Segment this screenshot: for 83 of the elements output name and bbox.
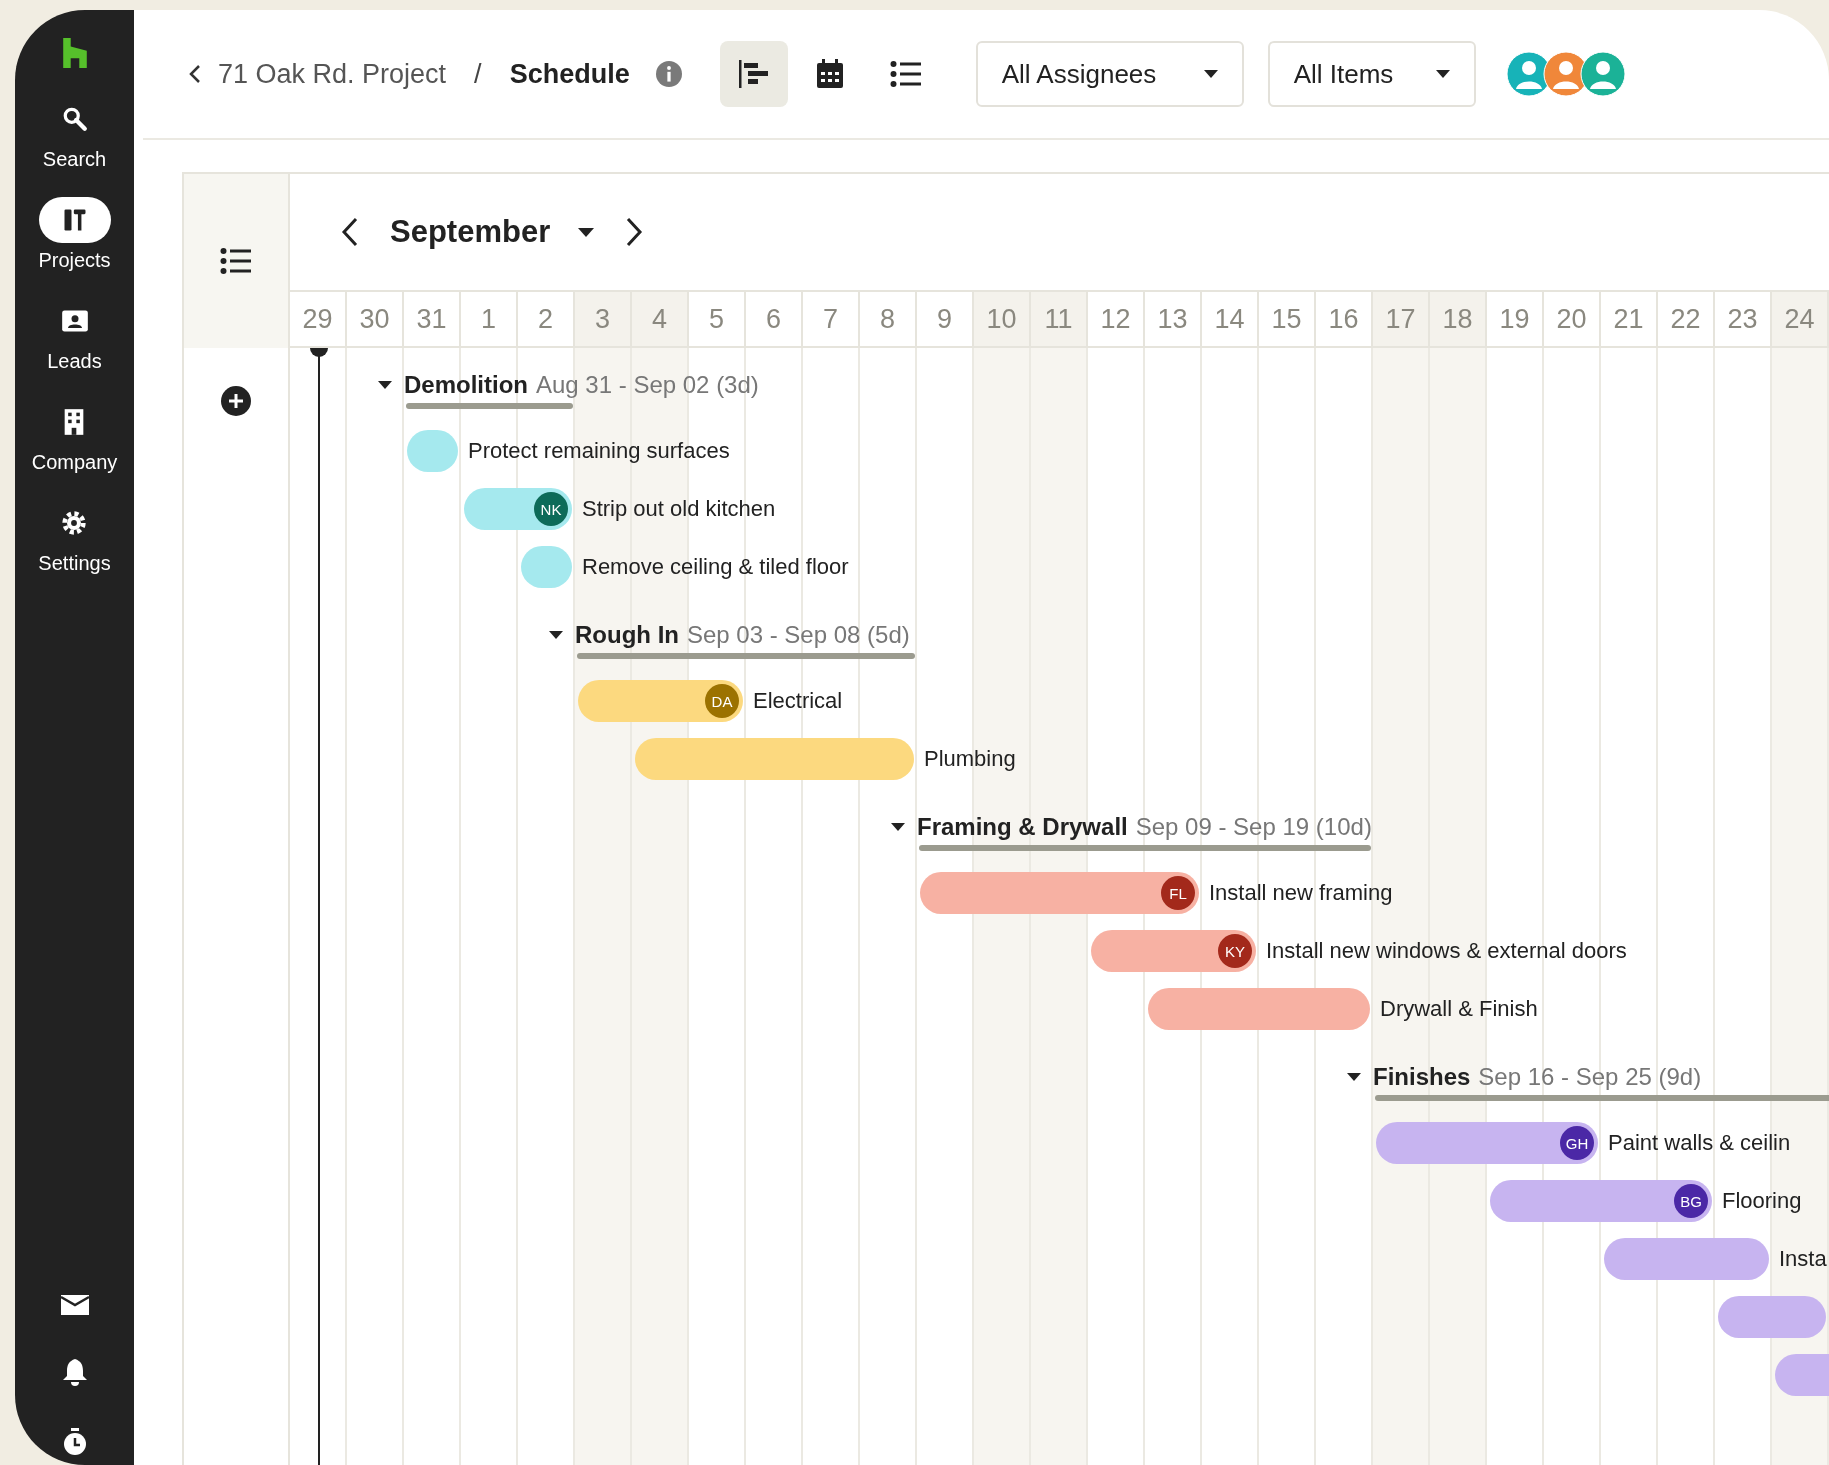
phase-dates: Sep 16 - Sep 25 (9d) — [1478, 1063, 1702, 1091]
sidebar-item[interactable]: Search — [38, 96, 111, 171]
phase-dates: Aug 31 - Sep 02 (3d) — [536, 371, 759, 399]
task-name: Plumbing — [924, 746, 1016, 772]
task-name: Remove ceiling & tiled floor — [582, 554, 849, 580]
day-header: 7 — [803, 292, 860, 346]
task-name: Flooring — [1722, 1188, 1802, 1214]
phase-name[interactable]: Demolition — [404, 371, 528, 399]
task-name: Install new framing — [1209, 880, 1393, 906]
day-header: 29 — [290, 292, 347, 346]
day-header: 18 — [1430, 292, 1487, 346]
day-header: 17 — [1373, 292, 1430, 346]
day-header: 11 — [1031, 292, 1088, 346]
contact-card-icon — [60, 308, 89, 334]
day-header: 31 — [404, 292, 461, 346]
task-name: Insta — [1779, 1246, 1827, 1272]
day-header: 30 — [347, 292, 404, 346]
chevron-left-icon — [188, 63, 202, 85]
caret-down-icon — [1435, 70, 1450, 78]
sidebar-item[interactable]: Settings — [38, 500, 111, 575]
task-bar[interactable]: BG — [1490, 1180, 1712, 1222]
gantt-icon — [736, 58, 771, 90]
list-icon[interactable] — [220, 247, 252, 275]
assignee-avatar: DA — [705, 684, 739, 718]
team-avatar-stack[interactable] — [1505, 51, 1626, 97]
task-bar[interactable]: FL — [920, 872, 1199, 914]
breadcrumb-separator: / — [474, 58, 482, 90]
day-header: 6 — [746, 292, 803, 346]
search-icon — [61, 106, 88, 132]
day-header: 20 — [1544, 292, 1601, 346]
chevron-right-icon[interactable] — [624, 216, 645, 248]
phase-dates: Sep 03 - Sep 08 (5d) — [686, 621, 910, 649]
task-bar[interactable]: GH — [1376, 1122, 1598, 1164]
day-header: 10 — [974, 292, 1031, 346]
task-bar[interactable]: KY — [1091, 930, 1256, 972]
day-header: 3 — [575, 292, 632, 346]
caret-down-icon — [578, 227, 595, 237]
day-header: 24 — [1772, 292, 1829, 346]
day-header: 21 — [1601, 292, 1658, 346]
day-header: 19 — [1487, 292, 1544, 346]
add-icon[interactable] — [221, 386, 251, 416]
phase-name[interactable]: Rough In — [575, 621, 679, 649]
page-title: Schedule — [509, 58, 630, 90]
mail-icon[interactable] — [59, 1293, 90, 1317]
day-header: 12 — [1088, 292, 1145, 346]
assignee-avatar: BG — [1674, 1184, 1708, 1218]
task-name: Paint walls & ceilin — [1608, 1130, 1791, 1156]
day-header: 4 — [632, 292, 689, 346]
task-name: Install new windows & external doors — [1266, 938, 1627, 964]
calendar-icon — [814, 58, 845, 90]
list-icon — [889, 60, 922, 88]
assignee-avatar: NK — [534, 492, 568, 526]
info-icon[interactable] — [655, 61, 682, 87]
logo-icon[interactable] — [62, 38, 87, 68]
task-name: Strip out old kitchen — [582, 496, 776, 522]
task-name: Electrical — [753, 688, 843, 714]
phase-name[interactable]: Framing & Drywall — [917, 813, 1128, 841]
caret-down-icon — [1203, 70, 1218, 78]
assignee-avatar: FL — [1161, 876, 1195, 910]
assignee-avatar: GH — [1560, 1126, 1594, 1160]
settings-icon — [60, 509, 89, 537]
day-header: 22 — [1658, 292, 1715, 346]
assignee-avatar: KY — [1218, 934, 1252, 968]
day-header: 8 — [860, 292, 917, 346]
filter-dropdown[interactable]: All Items — [1267, 41, 1476, 107]
day-header: 5 — [689, 292, 746, 346]
day-header: 15 — [1259, 292, 1316, 346]
phase-name[interactable]: Finishes — [1373, 1063, 1471, 1091]
day-header: 13 — [1145, 292, 1202, 346]
sidebar-item[interactable]: Company — [31, 399, 118, 474]
chevron-left-icon[interactable] — [340, 216, 360, 248]
month-picker[interactable]: September — [390, 214, 595, 250]
task-name: Protect remaining surfaces — [468, 438, 730, 464]
filter-dropdown[interactable]: All Assignees — [975, 41, 1244, 107]
sidebar-item[interactable]: Leads — [38, 298, 111, 373]
day-header: 1 — [461, 292, 518, 346]
back-link[interactable]: 71 Oak Rd. Project — [188, 58, 447, 90]
task-bar[interactable]: NK — [464, 488, 572, 530]
task-name: Drywall & Finish — [1380, 996, 1538, 1022]
view-toggle[interactable] — [719, 41, 788, 107]
task-bar[interactable]: DA — [578, 680, 743, 722]
phase-dates: Sep 09 - Sep 19 (10d) — [1135, 813, 1372, 841]
day-header: 14 — [1202, 292, 1259, 346]
